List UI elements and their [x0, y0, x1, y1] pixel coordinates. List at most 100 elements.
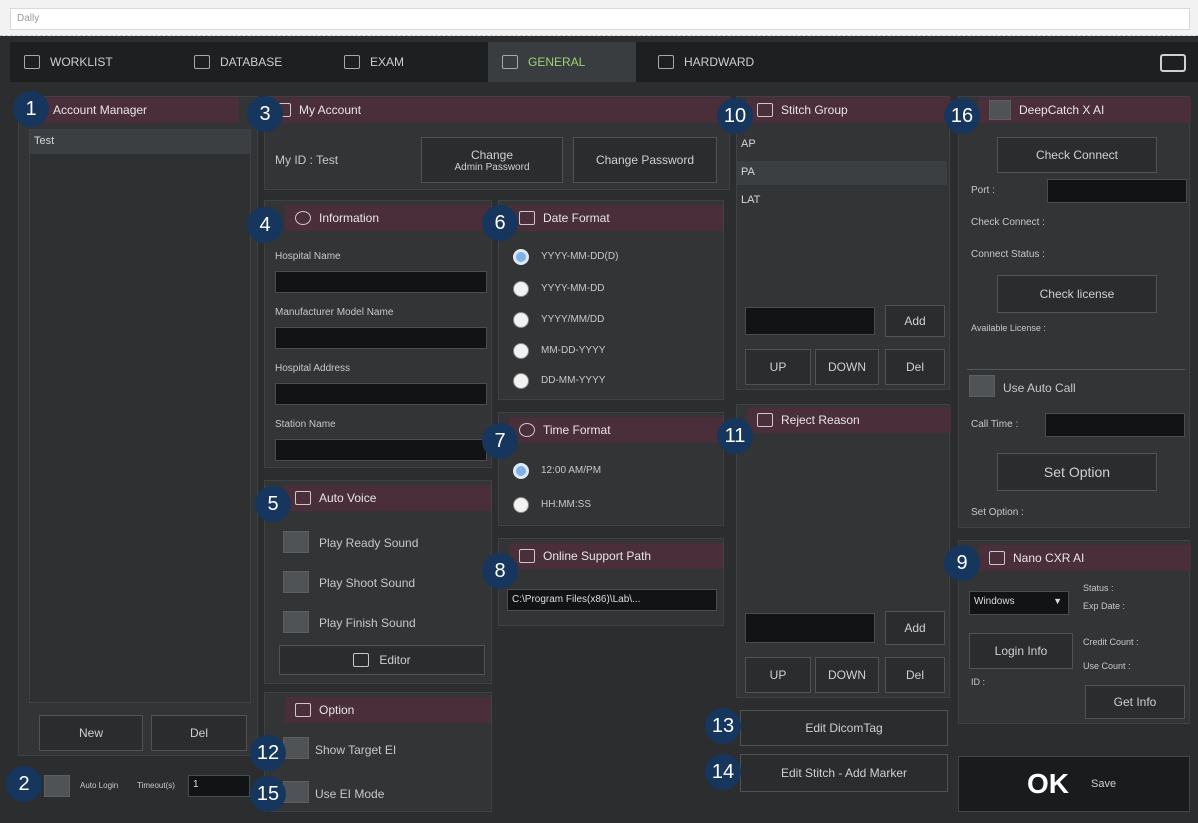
option-panel: Option Show Target EI Use EI Mode: [264, 692, 492, 812]
date-format-radio-4[interactable]: [513, 343, 529, 359]
shoot-sound-checkbox[interactable]: [283, 571, 309, 593]
reject-add-button[interactable]: Add: [885, 611, 945, 645]
call-time-input[interactable]: [1045, 413, 1185, 437]
time-format-radio-1[interactable]: [513, 463, 529, 479]
finish-sound-checkbox[interactable]: [283, 611, 309, 633]
tab-label: HARDWARD: [684, 55, 755, 69]
show-target-ei-checkbox[interactable]: [283, 737, 309, 759]
nano-select-value: Windows: [974, 596, 1015, 607]
keyboard-icon[interactable]: [1160, 54, 1186, 72]
shoot-sound-label: Play Shoot Sound: [319, 576, 416, 590]
online-support-panel: Online Support Path C:\Program Files(x86…: [498, 538, 724, 626]
get-info-button[interactable]: Get Info: [1085, 685, 1185, 719]
list-item[interactable]: AP: [737, 133, 947, 157]
auto-login-checkbox[interactable]: [44, 775, 70, 797]
title-input[interactable]: Dally: [10, 8, 1190, 30]
del-label: Del: [189, 726, 208, 740]
reject-down-button[interactable]: DOWN: [815, 657, 879, 693]
hospital-address-input[interactable]: [275, 383, 487, 405]
callout-badge-7: 7: [482, 423, 518, 459]
callout-badge-6: 6: [482, 205, 518, 241]
add-label: Add: [904, 621, 926, 635]
nano-credit-count-label: Credit Count :: [1083, 637, 1139, 647]
reject-reason-input[interactable]: [745, 613, 875, 643]
get-info-label: Get Info: [1113, 695, 1157, 709]
list-item[interactable]: PA: [737, 161, 947, 185]
account-manager-panel: Account Manager Test New Del: [18, 96, 258, 756]
reject-up-button[interactable]: UP: [745, 657, 811, 693]
stitch-group-list[interactable]: AP PA LAT: [737, 133, 949, 293]
port-input[interactable]: [1047, 179, 1187, 203]
callout-badge-11: 11: [717, 418, 753, 454]
timeout-label: Timeout(s): [137, 781, 175, 790]
add-label: Add: [904, 314, 926, 328]
stitch-group-header: Stitch Group: [747, 97, 951, 123]
tab-label: GENERAL: [528, 55, 586, 69]
station-name-input[interactable]: [275, 439, 487, 461]
option-grid-icon: [295, 703, 311, 717]
stitch-add-button[interactable]: Add: [885, 305, 945, 337]
change-admin-line1: Change: [470, 147, 514, 162]
tab-worklist[interactable]: WORKLIST: [10, 42, 180, 82]
information-header: Information: [285, 205, 491, 231]
manufacturer-input[interactable]: [275, 327, 487, 349]
callout-badge-10: 10: [717, 98, 753, 134]
ready-sound-checkbox[interactable]: [283, 531, 309, 553]
edit-stitch-marker-button[interactable]: Edit Stitch - Add Marker: [740, 754, 948, 792]
set-option-button[interactable]: Set Option: [997, 453, 1157, 491]
stitch-up-button[interactable]: UP: [745, 349, 811, 385]
tab-label: EXAM: [370, 55, 405, 69]
date-format-radio-2[interactable]: [513, 281, 529, 297]
time-format-radio-2[interactable]: [513, 497, 529, 513]
stitch-group-input[interactable]: [745, 307, 875, 335]
login-info-button[interactable]: Login Info: [969, 633, 1073, 669]
stitch-del-button[interactable]: Del: [885, 349, 945, 385]
new-user-button[interactable]: New: [39, 715, 143, 751]
nano-select[interactable]: Windows ▼: [969, 591, 1069, 615]
callout-badge-16: 16: [944, 98, 980, 134]
time-format-option-1: 12:00 AM/PM: [541, 465, 602, 476]
editor-button[interactable]: Editor: [279, 645, 485, 675]
tab-database[interactable]: DATABASE: [180, 42, 330, 82]
timeout-input[interactable]: 1: [188, 775, 250, 797]
auto-voice-header: Auto Voice: [285, 485, 491, 511]
list-item[interactable]: LAT: [737, 189, 947, 213]
my-account-panel: My Account My ID : Test Change Admin Pas…: [264, 96, 731, 190]
date-format-radio-3[interactable]: [513, 312, 529, 328]
tab-exam[interactable]: EXAM: [330, 42, 480, 82]
tab-hardware[interactable]: HARDWARD: [644, 42, 804, 82]
ok-save-button[interactable]: OK Save: [958, 756, 1190, 812]
nano-panel: Nano CXR AI Windows ▼ Status : Exp Date :…: [958, 540, 1191, 724]
reject-reason-list[interactable]: [737, 439, 949, 599]
user-list[interactable]: Test: [29, 129, 251, 703]
my-account-header: My Account: [265, 97, 731, 123]
new-label: New: [78, 726, 103, 740]
del-user-button[interactable]: Del: [151, 715, 247, 751]
check-connect-label: Check Connect: [1035, 148, 1119, 162]
reject-del-button[interactable]: Del: [885, 657, 945, 693]
down-label: DOWN: [828, 668, 866, 682]
folder-icon: [519, 549, 535, 563]
edit-dicom-tag-button[interactable]: Edit DicomTag: [740, 710, 948, 746]
change-password-button[interactable]: Change Password: [573, 137, 717, 183]
list-icon: [757, 103, 773, 117]
online-support-path-input[interactable]: C:\Program Files(x86)\Lab\...: [507, 589, 717, 611]
deepcatch-enable-checkbox[interactable]: [989, 100, 1011, 120]
check-connect-button[interactable]: Check Connect: [997, 137, 1157, 173]
use-ei-mode-checkbox[interactable]: [283, 781, 309, 803]
login-info-label: Login Info: [994, 644, 1048, 658]
tab-general[interactable]: GENERAL: [488, 42, 636, 82]
date-format-radio-1[interactable]: [513, 249, 529, 265]
date-format-option-4: MM-DD-YYYY: [541, 345, 606, 356]
main-tab-bar: WORKLIST DATABASE EXAM GENERAL HARDWARD: [10, 42, 1198, 82]
ok-label: OK: [1027, 768, 1069, 799]
check-license-button[interactable]: Check license: [997, 275, 1157, 313]
date-format-option-3: YYYY/MM/DD: [541, 314, 605, 325]
change-admin-password-button[interactable]: Change Admin Password: [421, 137, 563, 183]
hospital-name-input[interactable]: [275, 271, 487, 293]
auto-voice-title: Auto Voice: [319, 491, 377, 505]
stitch-down-button[interactable]: DOWN: [815, 349, 879, 385]
use-auto-call-checkbox[interactable]: [969, 375, 995, 397]
date-format-radio-5[interactable]: [513, 373, 529, 389]
list-item[interactable]: Test: [30, 130, 250, 154]
